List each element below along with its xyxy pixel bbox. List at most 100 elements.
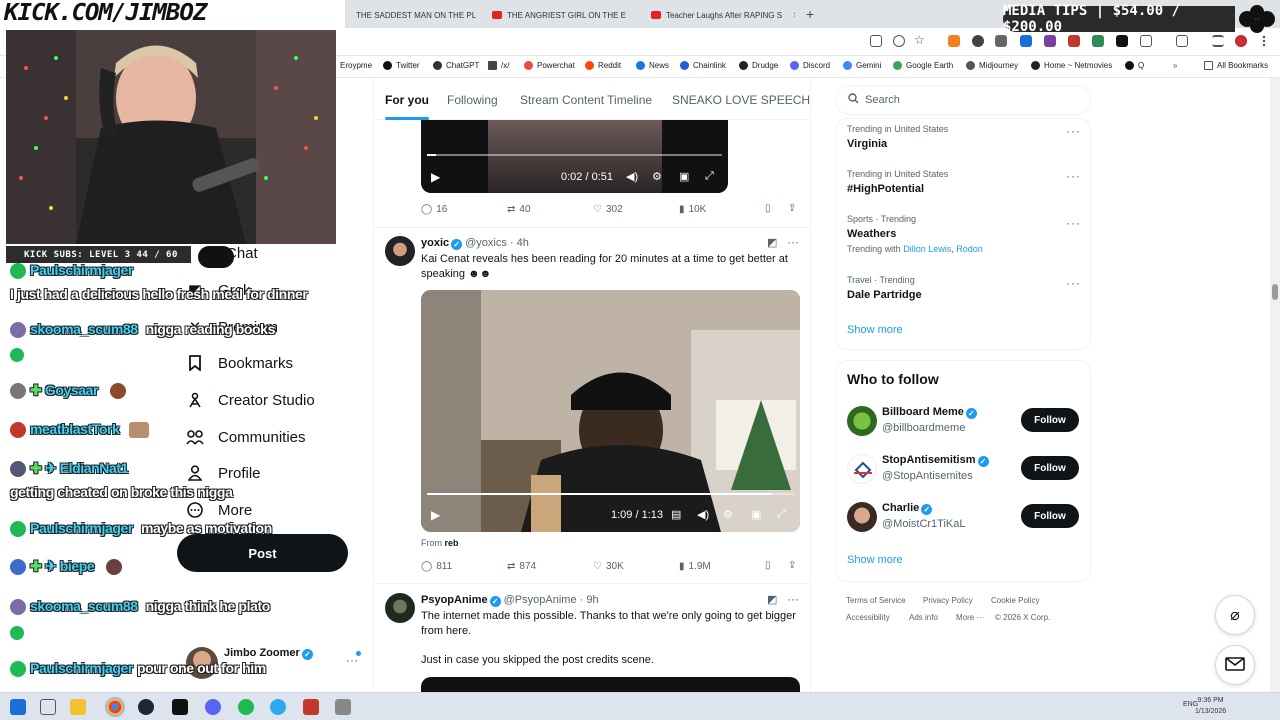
bookmark[interactable]: Twitter	[383, 61, 420, 70]
nav-item-communities[interactable]: Communities	[186, 428, 306, 446]
bookmark[interactable]: Gemini	[843, 61, 881, 70]
settings-icon[interactable]: ⚙	[652, 170, 662, 183]
shield-icon[interactable]	[972, 35, 984, 47]
reply-button[interactable]: ◯ 811	[421, 561, 452, 572]
reply-button[interactable]: ◯ 16	[421, 204, 447, 215]
bookmark-button[interactable]: ▯	[765, 203, 771, 214]
zoom-icon[interactable]	[893, 35, 905, 47]
more-icon[interactable]: ···	[1066, 169, 1081, 183]
views-button[interactable]: ▮ 10K	[679, 204, 706, 215]
share-button[interactable]: ⇪	[788, 560, 796, 571]
video-player[interactable]: ▶ 1:09 / 1:13 ▤ ◀) ⚙ ▣ ⤢	[421, 290, 800, 532]
x-icon[interactable]	[1116, 35, 1128, 47]
cast-icon[interactable]	[870, 35, 882, 47]
windows-start-icon[interactable]	[10, 699, 26, 715]
scrollbar-thumb[interactable]	[1272, 284, 1278, 300]
avatar[interactable]	[385, 593, 415, 623]
follow-suggestion[interactable]: StopAntisemitism ✓ @StopAntisemites Follo…	[847, 452, 1082, 486]
extension-icon[interactable]	[1068, 35, 1080, 47]
browser-tab[interactable]: Teacher Laughs After RAPING S ×	[645, 4, 795, 26]
play-icon[interactable]: ▶	[431, 170, 440, 184]
bookmark[interactable]: Home ~ Netmovies	[1031, 61, 1112, 70]
bookmark[interactable]: Midjourney	[966, 61, 1018, 70]
search-input[interactable]: Search	[835, 85, 1091, 115]
tab-stream-content-timeline[interactable]: Stream Content Timeline	[520, 93, 652, 107]
steam-icon[interactable]	[138, 699, 154, 715]
settings-icon[interactable]: ⚙	[723, 508, 733, 521]
footer-link[interactable]: Accessibility	[846, 613, 890, 622]
post-author[interactable]: yoxic ✓ @yoxics · 4h	[421, 237, 529, 250]
video-player[interactable]	[421, 677, 800, 692]
captions-icon[interactable]: ▤	[671, 508, 681, 521]
avatar[interactable]	[1235, 35, 1247, 47]
share-button[interactable]: ⇪	[788, 203, 796, 214]
bookmark[interactable]: Eroypme	[340, 61, 372, 70]
grok-icon[interactable]: ◩	[767, 593, 777, 606]
follow-button[interactable]: Follow	[1021, 408, 1079, 432]
bookmark[interactable]: Q	[1125, 61, 1144, 70]
like-button[interactable]: ♡ 30K	[593, 561, 624, 572]
footer-link[interactable]: Terms of Service	[846, 596, 906, 605]
trend-item[interactable]: Travel · Trending Dale Partridge	[847, 275, 922, 301]
trend-item[interactable]: Trending in United States Virginia	[847, 124, 948, 150]
extension-icon[interactable]	[995, 35, 1007, 47]
footer-link[interactable]: Privacy Policy	[923, 596, 973, 605]
trend-link[interactable]: Rodon	[956, 244, 983, 254]
follow-button[interactable]: Follow	[1021, 504, 1079, 528]
bookmark[interactable]: Google Earth	[893, 61, 953, 70]
bookmark[interactable]: Powerchat	[524, 61, 575, 70]
bookmark[interactable]: Chainlink	[680, 61, 726, 70]
tab-sneako-love-speech[interactable]: SNEAKO LOVE SPEECH	[672, 93, 810, 107]
trend-link[interactable]: Dillon Lewis	[903, 244, 951, 254]
fullscreen-icon[interactable]: ⤢	[705, 170, 714, 183]
extension-icon[interactable]	[1020, 35, 1032, 47]
nav-item-more[interactable]: More	[186, 501, 252, 519]
tab-following[interactable]: Following	[447, 93, 498, 107]
volume-icon[interactable]: ◀)	[697, 508, 709, 521]
follow-button[interactable]: Follow	[1021, 456, 1079, 480]
video-player[interactable]: ▶ 0:02 / 0:51 ◀) ⚙ ▣ ⤢	[421, 120, 728, 193]
app-icon[interactable]	[335, 699, 351, 715]
fullscreen-icon[interactable]: ⤢	[777, 508, 786, 521]
grok-button[interactable]: ⌀	[1215, 595, 1255, 635]
spotify-icon[interactable]	[238, 699, 254, 715]
more-icon[interactable]: ···	[787, 592, 799, 606]
new-tab-icon[interactable]: +	[806, 6, 814, 22]
telegram-icon[interactable]	[270, 699, 286, 715]
nav-item-bookmarks[interactable]: Bookmarks	[186, 354, 293, 372]
menu-icon[interactable]	[1212, 35, 1224, 47]
post-author[interactable]: PsyopAnime ✓ @PsyopAnime · 9h	[421, 594, 599, 607]
follow-suggestion[interactable]: Billboard Meme ✓ @billboardmeme Follow	[847, 404, 1082, 438]
footer-link[interactable]: More ···	[956, 613, 984, 622]
close-icon[interactable]: ×	[793, 10, 795, 21]
trend-item[interactable]: Trending in United States #HighPotential	[847, 169, 948, 195]
post-button[interactable]: Post	[177, 534, 348, 572]
volume-icon[interactable]: ◀)	[626, 170, 638, 183]
all-bookmarks[interactable]: All Bookmarks	[1204, 61, 1268, 70]
more-icon[interactable]: ···	[1066, 216, 1081, 230]
extension-icon[interactable]	[1044, 35, 1056, 47]
bookmark[interactable]: Discord	[790, 61, 830, 70]
pip-icon[interactable]: ▣	[751, 508, 761, 521]
repost-button[interactable]: ⇄ 40	[507, 204, 531, 215]
messages-button[interactable]	[1215, 645, 1255, 685]
trend-item[interactable]: Sports · Trending Weathers Trending with D…	[847, 214, 983, 254]
source-user-link[interactable]: reb	[445, 538, 459, 548]
more-icon[interactable]: ···	[1066, 276, 1081, 290]
discord-icon[interactable]	[205, 699, 221, 715]
pip-icon[interactable]: ▣	[679, 170, 689, 183]
show-more-trends-link[interactable]: Show more	[847, 324, 903, 336]
video-progress[interactable]	[427, 154, 722, 156]
more-icon[interactable]: ···	[1066, 124, 1081, 138]
sidebar-icon[interactable]	[1176, 35, 1188, 47]
bookmark[interactable]: Reddit	[585, 61, 621, 70]
bookmark[interactable]: Drudge	[739, 61, 778, 70]
bookmark-button[interactable]: ▯	[765, 560, 771, 571]
extension-icon[interactable]	[1092, 35, 1104, 47]
bookmark[interactable]: News	[636, 61, 669, 70]
app-icon[interactable]	[172, 699, 188, 715]
scrollbar[interactable]	[1270, 78, 1280, 692]
app-icon[interactable]	[303, 699, 319, 715]
footer-link[interactable]: Ads info	[909, 613, 938, 622]
like-button[interactable]: ♡ 302	[593, 204, 623, 215]
